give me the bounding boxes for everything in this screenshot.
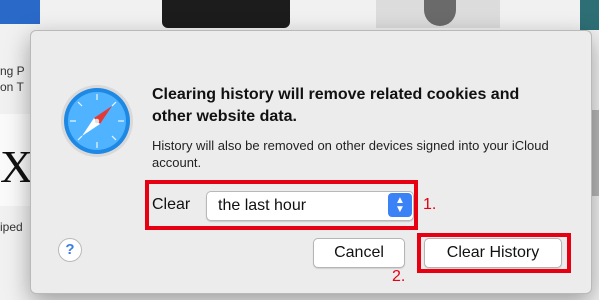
favorite-tile-apple[interactable] — [376, 0, 500, 28]
annotation-box-step-2 — [417, 233, 571, 273]
annotation-label-step-1: 1. — [423, 196, 437, 213]
favorite-title-fragment: ng P — [0, 64, 25, 78]
favorite-title-fragment: iped — [0, 220, 23, 234]
cancel-button[interactable]: Cancel — [313, 238, 405, 268]
favorite-title-fragment: on T — [0, 80, 24, 94]
wikipedia-x-glyph: X — [0, 141, 34, 192]
favorite-tile-wikipedia[interactable]: X — [0, 114, 34, 206]
apple-logo-icon — [424, 0, 456, 26]
dialog-headline: Clearing history will remove related coo… — [152, 86, 520, 125]
favorite-tile-dark[interactable] — [162, 0, 290, 28]
help-button[interactable]: ? — [58, 238, 82, 262]
annotation-box-step-1 — [145, 180, 418, 230]
safari-compass-icon — [61, 85, 133, 157]
favorite-tile-blue[interactable] — [0, 0, 40, 24]
favorite-tile-teal[interactable] — [580, 0, 599, 30]
dialog-subtext: History will also be removed on other de… — [152, 138, 549, 170]
annotation-label-step-2: 2. — [392, 268, 406, 285]
